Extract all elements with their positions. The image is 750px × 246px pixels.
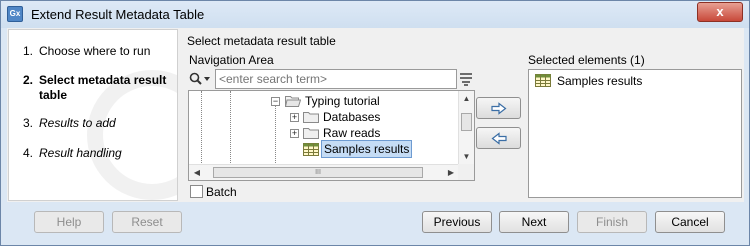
batch-label: Batch: [206, 185, 237, 199]
table-icon: [303, 143, 319, 156]
folder-icon: [303, 111, 319, 123]
selected-elements-list[interactable]: Samples results: [528, 69, 742, 198]
step-label: Choose where to run: [39, 44, 151, 58]
folder-icon: [303, 127, 319, 139]
step-number: 1.: [23, 44, 34, 58]
search-input[interactable]: [215, 69, 457, 89]
tree-horizontal-scrollbar[interactable]: ◀ III ▶: [189, 164, 459, 180]
expand-icon[interactable]: +: [290, 113, 299, 122]
scroll-thumb-horizontal[interactable]: III: [213, 167, 423, 178]
reset-button[interactable]: Reset: [112, 211, 182, 233]
dialog-window: Gx Extend Result Metadata Table x 1. Cho…: [0, 0, 750, 246]
step-label: Select metadata result table: [39, 73, 167, 102]
window-title: Extend Result Metadata Table: [31, 7, 205, 22]
tree-item-samples-results[interactable]: Samples results: [189, 140, 459, 158]
selected-item-label: Samples results: [557, 74, 643, 88]
wizard-steps-panel: 1. Choose where to run 2. Select metadat…: [8, 29, 178, 201]
arrow-left-icon: [491, 132, 507, 145]
tree-item-databases[interactable]: + Databases: [189, 109, 459, 125]
scrollbar-corner: [458, 164, 474, 180]
add-to-selected-button[interactable]: [476, 97, 521, 119]
table-icon: [535, 74, 551, 87]
expand-icon[interactable]: +: [290, 129, 299, 138]
collapse-icon[interactable]: −: [271, 97, 280, 106]
title-bar: Gx Extend Result Metadata Table x: [1, 1, 749, 28]
next-button[interactable]: Next: [499, 211, 569, 233]
help-button[interactable]: Help: [34, 211, 104, 233]
search-icon[interactable]: [189, 72, 211, 86]
step-number: 4.: [23, 146, 34, 160]
selected-elements-label: Selected elements (1): [528, 53, 645, 67]
scroll-right-icon[interactable]: ▶: [443, 165, 459, 180]
cancel-button[interactable]: Cancel: [655, 211, 725, 233]
navigation-tree[interactable]: − Typing tutorial + Databases + Raw read…: [188, 90, 475, 181]
navigation-area-label: Navigation Area: [189, 53, 274, 67]
tree-item-raw-reads[interactable]: + Raw reads: [189, 125, 459, 141]
scroll-thumb[interactable]: [461, 113, 472, 131]
tree-vertical-scrollbar[interactable]: ▲ ▼: [458, 91, 474, 165]
filter-icon[interactable]: [459, 71, 473, 87]
close-icon: x: [716, 4, 724, 19]
tree-item-label: Typing tutorial: [305, 94, 380, 108]
tree-item-typing-tutorial[interactable]: − Typing tutorial: [189, 93, 459, 109]
batch-checkbox[interactable]: [190, 185, 203, 198]
remove-from-selected-button[interactable]: [476, 127, 521, 149]
finish-button[interactable]: Finish: [577, 211, 647, 233]
previous-button[interactable]: Previous: [422, 211, 492, 233]
close-button[interactable]: x: [697, 2, 743, 22]
dialog-body: 1. Choose where to run 2. Select metadat…: [7, 28, 744, 202]
tree-item-label: Samples results: [321, 140, 413, 158]
scroll-up-icon[interactable]: ▲: [459, 91, 474, 107]
scroll-left-icon[interactable]: ◀: [189, 165, 205, 180]
tree-item-label: Databases: [323, 110, 381, 124]
step-label: Results to add: [39, 116, 116, 130]
step-number: 2.: [23, 73, 34, 87]
step-label: Result handling: [39, 146, 122, 160]
section-title: Select metadata result table: [187, 34, 336, 48]
folder-open-icon: [284, 95, 302, 107]
arrow-right-icon: [491, 102, 507, 115]
app-icon: Gx: [7, 6, 23, 22]
button-bar: Help Reset Previous Next Finish Cancel: [7, 202, 744, 240]
scroll-down-icon[interactable]: ▼: [459, 149, 474, 165]
step-number: 3.: [23, 116, 34, 130]
tree-item-label: Raw reads: [323, 126, 381, 140]
